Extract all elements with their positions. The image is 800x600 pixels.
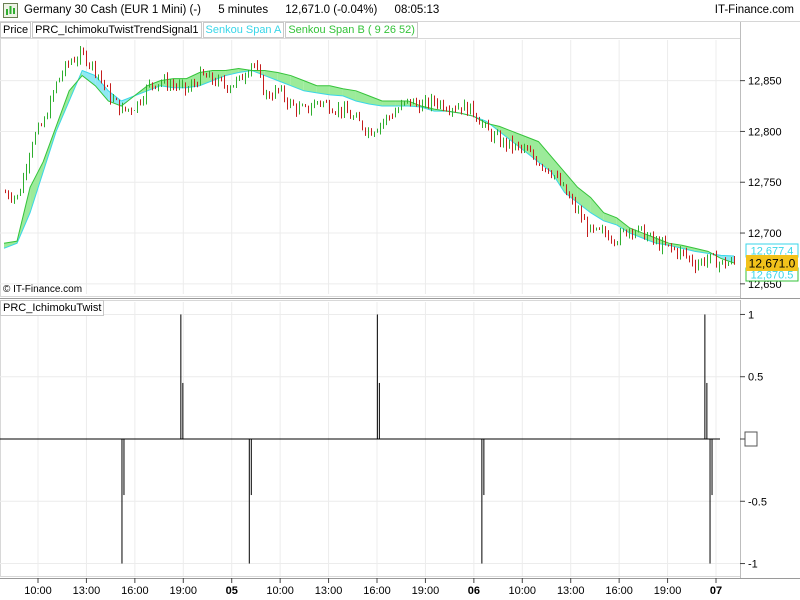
zero-badge-bg xyxy=(744,431,758,447)
window-title: Germany 30 Cash (EUR 1 Mini) (-) 5 minut… xyxy=(24,4,453,16)
title-bar: Germany 30 Cash (EUR 1 Mini) (-) 5 minut… xyxy=(0,0,800,22)
cloud-segment xyxy=(629,227,643,239)
legend-span-a[interactable]: Senkou Span A xyxy=(202,22,285,38)
time-tick-label: 19:00 xyxy=(654,585,682,597)
price-tick-label: 12,850 xyxy=(748,76,782,88)
time-tick-label: 16:00 xyxy=(363,585,391,597)
price-change: 12,671.0 (-0.04%) xyxy=(285,4,378,16)
time-tick-label: 16:00 xyxy=(605,585,633,597)
span-b-badge: 12,670.5 xyxy=(751,270,794,282)
time-tick-label: 13:00 xyxy=(73,585,101,597)
osc-tick-label: 0.5 xyxy=(748,372,763,384)
time-tick-label: 10:00 xyxy=(509,585,537,597)
x-axis: 10:00 13:00 16:00 19:00 05 10:00 13:00 16:00 19:… xyxy=(24,578,722,597)
legend-span-b[interactable]: Senkou Span B ( 9 26 52) xyxy=(285,22,418,38)
oscillator-line xyxy=(0,314,720,564)
price-legend: Price PRC_IchimokuTwistTrendSignal1 Senk… xyxy=(0,22,419,38)
cloud-segment xyxy=(577,187,591,213)
time-tick-label: 05 xyxy=(226,585,238,597)
gridlines xyxy=(0,40,740,576)
timeframe: 5 minutes xyxy=(218,4,269,16)
osc-tick-label: -0.5 xyxy=(748,496,767,508)
price-panel-frame xyxy=(0,38,741,297)
instrument-name: Germany 30 Cash (EUR 1 Mini) (-) xyxy=(24,4,202,16)
indicator-panel-label[interactable]: PRC_IchimokuTwist xyxy=(0,300,105,316)
time-tick-label: 13:00 xyxy=(315,585,343,597)
time-tick-label: 13:00 xyxy=(557,585,585,597)
price-badges: 12,677.4 12,670.5 12,671.0 xyxy=(744,243,799,447)
time-tick-label: 07 xyxy=(710,585,722,597)
copyright-text: © IT-Finance.com xyxy=(3,284,83,295)
y-axis: 12,85012,80012,75012,70012,65010.50-0.5-… xyxy=(740,76,782,571)
time-tick-label: 06 xyxy=(468,585,480,597)
price-tick-label: 12,700 xyxy=(748,228,782,240)
cloud-segment xyxy=(382,100,396,107)
last-price-badge: 12,671.0 xyxy=(749,257,796,271)
osc-tick-label: -1 xyxy=(748,559,758,571)
price-tick-label: 12,800 xyxy=(748,126,782,138)
time-tick-label: 19:00 xyxy=(170,585,198,597)
legend-indicator[interactable]: PRC_IchimokuTwistTrendSignal1 xyxy=(32,22,202,38)
chart-canvas: 12,85012,80012,75012,70012,65010.50-0.5-… xyxy=(0,22,800,597)
cloud-segment xyxy=(212,70,226,81)
price-tick-label: 12,750 xyxy=(748,177,782,189)
time-tick-label: 10:00 xyxy=(266,585,294,597)
osc-tick-label: 1 xyxy=(748,309,754,321)
brand-name: IT-Finance.com xyxy=(714,4,794,16)
time-tick-label: 19:00 xyxy=(412,585,440,597)
chart-window-icon[interactable] xyxy=(3,3,18,18)
clock-time: 08:05:13 xyxy=(394,4,440,16)
legend-price[interactable]: Price xyxy=(0,22,32,38)
price-candles xyxy=(5,46,735,274)
time-tick-label: 16:00 xyxy=(121,585,149,597)
time-tick-label: 10:00 xyxy=(24,585,52,597)
